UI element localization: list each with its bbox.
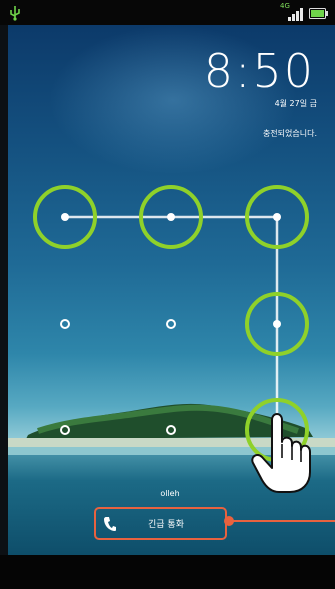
status-bar: 4G xyxy=(0,0,335,25)
lockscreen: 4G 8:50 4월 27일 금 충전되었습니다. olleh 긴급 통화 xyxy=(0,0,335,589)
battery-icon xyxy=(309,8,328,19)
usb-icon xyxy=(10,6,20,21)
bottom-bar xyxy=(0,555,335,589)
highlight-callout xyxy=(224,516,335,526)
signal-icon xyxy=(288,8,303,21)
screen-edge xyxy=(0,25,8,555)
